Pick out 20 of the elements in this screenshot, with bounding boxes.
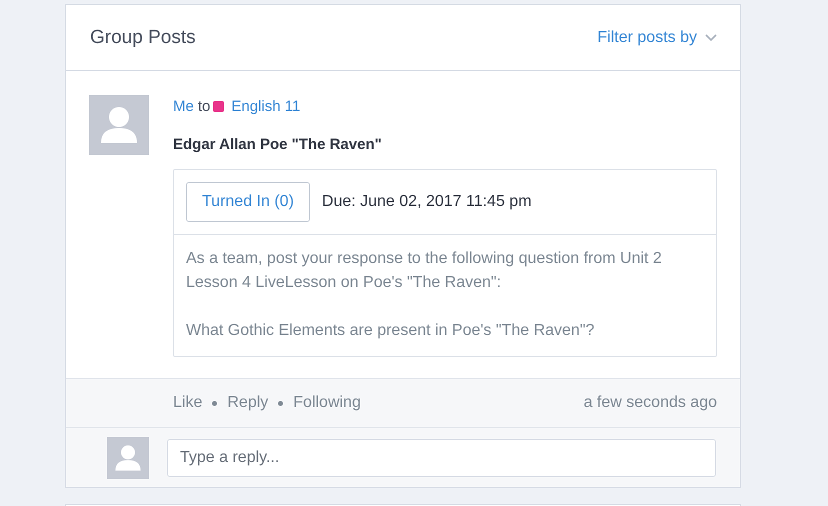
body-text: As a team, post your response to the following question from Unit 2 Lesson 4 LiveLesson on Poe's "The Raven": (186, 249, 663, 293)
filter-link[interactable]: Filter posts by (597, 28, 717, 46)
avatar-icon (107, 437, 149, 479)
author-link[interactable]: Me (173, 98, 194, 115)
action-link[interactable]: Like (173, 394, 202, 412)
card-title: Group Posts (90, 26, 196, 48)
avatar-icon (89, 95, 149, 155)
post-time: a few seconds ago (584, 394, 717, 412)
bullet-icon (278, 400, 284, 406)
bullet-icon (212, 400, 218, 406)
group-link[interactable]: English 11 (231, 98, 300, 115)
due-date: Due: June 02, 2017 11:45 pm (322, 193, 532, 211)
turned-in-button[interactable]: Turned In (0) (186, 182, 310, 222)
chevron-down-icon (705, 34, 717, 42)
post-title: Edgar Allan Poe "The Raven" (173, 136, 383, 153)
action-link[interactable]: Reply (227, 394, 268, 412)
action-link[interactable]: Following (293, 394, 361, 412)
reply-field[interactable]: Type a reply... (167, 439, 716, 477)
to-label: to (198, 98, 210, 115)
body-text: What Gothic Elements are present in Poe's "The Raven"? (186, 321, 596, 341)
